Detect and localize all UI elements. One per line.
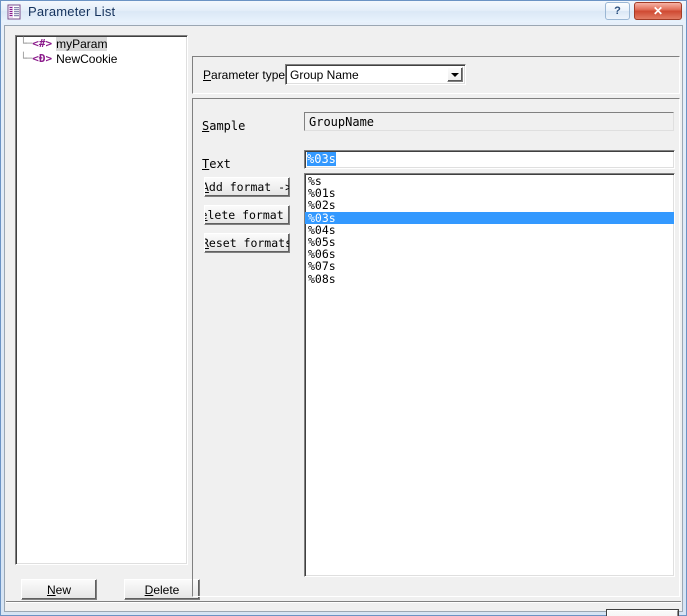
tree-guide-line: └─ bbox=[20, 52, 32, 65]
delete-format-button[interactable]: elete format < bbox=[204, 205, 290, 225]
close-button-inner: Close bbox=[607, 610, 678, 616]
tree-guide-line: └─ bbox=[20, 37, 32, 50]
format-list-item[interactable]: %05s bbox=[305, 236, 674, 248]
cookie-param-icon: <Đ> bbox=[32, 52, 53, 65]
add-format-button[interactable]: Add format -> bbox=[204, 177, 290, 197]
bottom-divider bbox=[6, 601, 681, 603]
dialog-client-area: └─ <#> myParam └─ <Đ> NewCookie New Dele… bbox=[4, 25, 683, 616]
sample-value-field: GroupName bbox=[304, 112, 674, 131]
help-button[interactable]: ? bbox=[605, 2, 630, 20]
delete-button[interactable]: Delete bbox=[124, 579, 200, 600]
tree-item-myparam[interactable]: └─ <#> myParam bbox=[16, 36, 187, 51]
accel-d: D bbox=[144, 582, 154, 597]
number-param-icon: <#> bbox=[32, 37, 53, 50]
text-input[interactable]: %03s bbox=[304, 150, 675, 169]
parameter-type-value: Group Name bbox=[290, 68, 359, 82]
format-list-item[interactable]: %04s bbox=[305, 224, 674, 236]
parameter-type-label: Parameter type: bbox=[203, 68, 289, 82]
tree-item-newcookie[interactable]: └─ <Đ> NewCookie bbox=[16, 51, 187, 66]
chevron-down-icon[interactable] bbox=[447, 67, 463, 82]
format-listbox[interactable]: %s %01s %02s %03s %04s %05s %06s %07s %08s bbox=[304, 173, 675, 577]
format-list-item[interactable]: %s bbox=[305, 175, 674, 187]
format-editor-panel: Sample GroupName Text %03s Add format ->… bbox=[192, 98, 680, 597]
delete-button-label: Delete bbox=[144, 582, 180, 597]
format-list-item[interactable]: %06s bbox=[305, 248, 674, 260]
tree-item-label: NewCookie bbox=[56, 51, 118, 66]
format-list-item[interactable]: %01s bbox=[305, 187, 674, 199]
parameter-list-window: Parameter List ? ✕ └─ <#> myParam └─ <Đ>… bbox=[0, 0, 687, 616]
accel-p: P bbox=[203, 68, 212, 82]
title-bar[interactable]: Parameter List ? ✕ bbox=[1, 1, 686, 22]
sample-label: Sample bbox=[202, 119, 246, 133]
window-title: Parameter List bbox=[28, 4, 116, 19]
new-button[interactable]: New bbox=[21, 579, 97, 600]
new-button-label: New bbox=[46, 582, 71, 597]
text-input-value: %03s bbox=[307, 152, 336, 166]
close-button[interactable]: Close bbox=[606, 609, 679, 616]
text-label: Text bbox=[202, 157, 231, 171]
close-window-button[interactable]: ✕ bbox=[634, 2, 682, 20]
parameter-tree[interactable]: └─ <#> myParam └─ <Đ> NewCookie bbox=[15, 35, 188, 565]
format-list-item[interactable]: %07s bbox=[305, 260, 674, 272]
format-list-item[interactable]: %02s bbox=[305, 199, 674, 211]
accel-n: N bbox=[46, 582, 56, 597]
parameter-type-panel: Parameter type: Group Name bbox=[192, 56, 680, 94]
format-list-item[interactable]: %03s bbox=[305, 211, 674, 224]
format-list-item[interactable]: %08s bbox=[305, 272, 674, 284]
reset-formats-button[interactable]: Reset formats bbox=[204, 233, 290, 253]
parameter-type-combobox[interactable]: Group Name bbox=[285, 64, 466, 85]
tree-item-label: myParam bbox=[56, 36, 108, 51]
add-format-label: Add format -> bbox=[205, 180, 289, 194]
document-list-icon bbox=[6, 4, 22, 20]
delete-format-label: elete format < bbox=[205, 208, 289, 222]
reset-formats-label: Reset formats bbox=[205, 236, 289, 250]
